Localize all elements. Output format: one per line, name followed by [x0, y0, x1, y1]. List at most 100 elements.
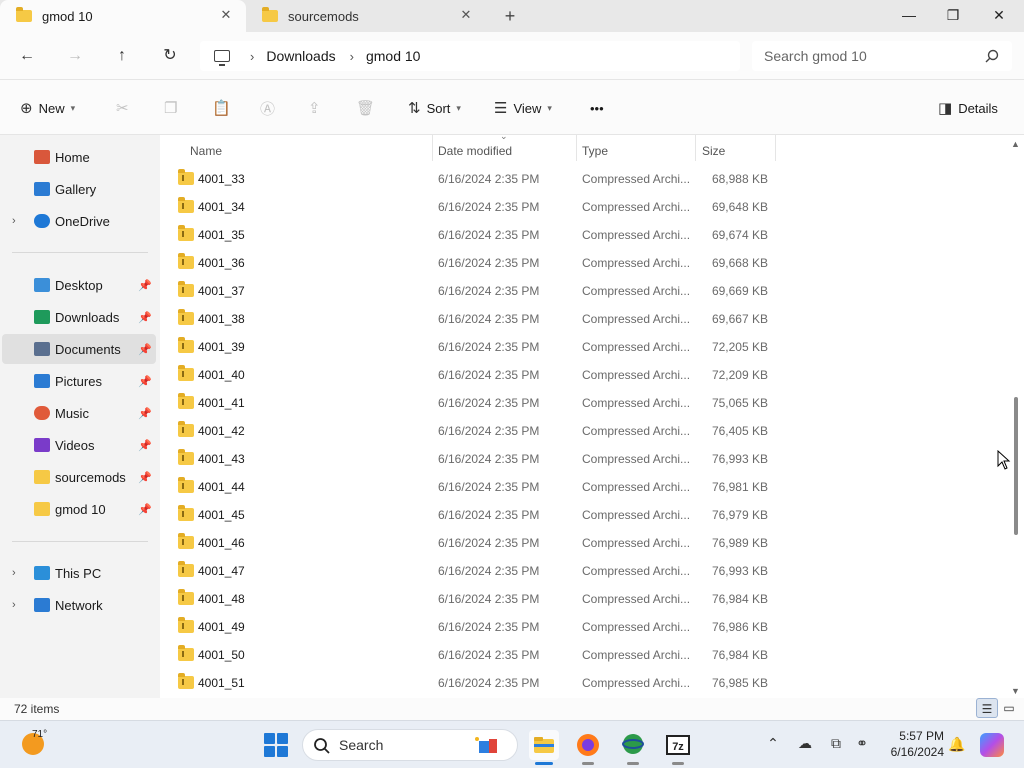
pin-icon[interactable]: 📌 [138, 279, 152, 292]
chevron-right-icon[interactable]: › [250, 49, 254, 64]
sidebar-item-gmod-10[interactable]: gmod 10 📌 [2, 494, 156, 524]
notification-bell-icon[interactable]: 🔔 [948, 736, 965, 753]
column-header-type[interactable]: Type [582, 139, 694, 163]
cut-button[interactable]: ✂ [116, 98, 135, 118]
sidebar-item-documents[interactable]: Documents 📌 [2, 334, 156, 364]
pin-icon[interactable]: 📌 [138, 503, 152, 516]
refresh-icon[interactable]: ↻ [158, 44, 182, 68]
scroll-up-icon[interactable]: ▲ [1011, 139, 1020, 149]
forward-icon[interactable]: → [63, 44, 87, 68]
view-button[interactable]: ☰ View ▾ [494, 98, 552, 118]
sidebar-item-home[interactable]: Home [2, 142, 156, 172]
minimize-button[interactable]: — [886, 0, 932, 32]
table-row[interactable]: 4001_45 6/16/2024 2:35 PM Compressed Archi… [160, 501, 780, 529]
show-hidden-icons-icon[interactable]: ⌃ [763, 735, 783, 752]
copy-button[interactable]: ❐ [164, 98, 183, 118]
back-icon[interactable]: ← [15, 44, 39, 68]
chevron-right-icon[interactable]: › [12, 567, 16, 579]
search-input[interactable]: Search gmod 10 [752, 41, 1012, 71]
display-icon[interactable]: ⧉ [826, 735, 846, 752]
table-row[interactable]: 4001_51 6/16/2024 2:35 PM Compressed Archi… [160, 669, 780, 697]
close-tab-icon[interactable]: ✕ [218, 7, 234, 23]
7zip-icon[interactable]: 7z [663, 730, 693, 765]
scrollbar-thumb[interactable] [1014, 397, 1018, 535]
pin-icon[interactable]: 📌 [138, 311, 152, 324]
table-row[interactable]: 4001_33 6/16/2024 2:35 PM Compressed Archi… [160, 165, 780, 193]
table-row[interactable]: 4001_48 6/16/2024 2:35 PM Compressed Archi… [160, 585, 780, 613]
up-icon[interactable]: ↑ [110, 44, 134, 68]
scroll-down-icon[interactable]: ▼ [1011, 686, 1020, 696]
column-divider[interactable] [432, 135, 433, 161]
firefox-icon[interactable] [573, 730, 603, 765]
table-row[interactable]: 4001_49 6/16/2024 2:35 PM Compressed Archi… [160, 613, 780, 641]
network-globe-icon[interactable] [618, 730, 648, 765]
tiles-view-icon[interactable]: ▭ [998, 698, 1020, 718]
sidebar-item-network[interactable]: › Network [2, 590, 156, 620]
sidebar-item-gallery[interactable]: Gallery [2, 174, 156, 204]
pin-icon[interactable]: 📌 [138, 375, 152, 388]
table-row[interactable]: 4001_40 6/16/2024 2:35 PM Compressed Archi… [160, 361, 780, 389]
sort-button[interactable]: ⇅ Sort ▾ [408, 98, 461, 118]
tab-gmod-10[interactable]: gmod 10 ✕ [0, 0, 246, 32]
file-explorer-icon[interactable] [529, 730, 559, 765]
sidebar-item-pictures[interactable]: Pictures 📌 [2, 366, 156, 396]
vertical-scrollbar[interactable]: ▲ ▼ [1008, 135, 1024, 698]
sidebar-item-this-pc[interactable]: › This PC [2, 558, 156, 588]
chevron-right-icon[interactable]: › [12, 215, 16, 227]
taskbar-search[interactable]: Search [302, 729, 518, 761]
tab-sourcemods[interactable]: sourcemods ✕ [246, 0, 486, 32]
table-row[interactable]: 4001_38 6/16/2024 2:35 PM Compressed Archi… [160, 305, 780, 333]
share-button[interactable]: ⇪ [308, 98, 327, 118]
more-options-button[interactable]: ••• [590, 98, 604, 118]
close-window-button[interactable]: ✕ [976, 0, 1022, 32]
table-row[interactable]: 4001_35 6/16/2024 2:35 PM Compressed Archi… [160, 221, 780, 249]
start-button[interactable] [264, 733, 288, 757]
clock[interactable]: 5:57 PM 6/16/2024 [878, 728, 944, 760]
delete-button[interactable]: 🗑 [356, 98, 381, 118]
column-divider[interactable] [695, 135, 696, 161]
pin-icon[interactable]: 📌 [138, 343, 152, 356]
cloud-off-icon[interactable]: ☁ [795, 735, 815, 752]
sidebar-item-desktop[interactable]: Desktop 📌 [2, 270, 156, 300]
sidebar-item-videos[interactable]: Videos 📌 [2, 430, 156, 460]
breadcrumb-downloads[interactable]: Downloads [266, 48, 335, 64]
close-tab-icon[interactable]: ✕ [458, 7, 474, 23]
pin-icon[interactable]: 📌 [138, 471, 152, 484]
table-row[interactable]: 4001_43 6/16/2024 2:35 PM Compressed Archi… [160, 445, 780, 473]
table-row[interactable]: 4001_37 6/16/2024 2:35 PM Compressed Archi… [160, 277, 780, 305]
table-row[interactable]: 4001_47 6/16/2024 2:35 PM Compressed Archi… [160, 557, 780, 585]
maximize-button[interactable]: ❐ [930, 0, 976, 32]
column-header-size[interactable]: Size [702, 139, 774, 163]
table-row[interactable]: 4001_39 6/16/2024 2:35 PM Compressed Archi… [160, 333, 780, 361]
home-icon [34, 150, 50, 164]
column-header-name[interactable]: Name [190, 139, 430, 163]
details-button[interactable]: ◨ Details [938, 98, 998, 118]
address-bar[interactable]: › Downloads › gmod 10 [200, 41, 740, 71]
sidebar-item-sourcemods[interactable]: sourcemods 📌 [2, 462, 156, 492]
new-button[interactable]: ⊕ New ▾ [20, 98, 75, 118]
paste-button[interactable]: 📋 [212, 98, 237, 118]
chevron-right-icon[interactable]: › [350, 49, 354, 64]
column-divider[interactable] [576, 135, 577, 161]
breadcrumb-gmod-10[interactable]: gmod 10 [366, 48, 420, 64]
sidebar-item-onedrive[interactable]: › OneDrive [2, 206, 156, 236]
network-status-icon[interactable]: ⚭ [852, 735, 872, 752]
table-row[interactable]: 4001_42 6/16/2024 2:35 PM Compressed Archi… [160, 417, 780, 445]
sidebar-item-downloads[interactable]: Downloads 📌 [2, 302, 156, 332]
table-row[interactable]: 4001_44 6/16/2024 2:35 PM Compressed Archi… [160, 473, 780, 501]
table-row[interactable]: 4001_46 6/16/2024 2:35 PM Compressed Archi… [160, 529, 780, 557]
sidebar-item-music[interactable]: Music 📌 [2, 398, 156, 428]
chevron-right-icon[interactable]: › [12, 599, 16, 611]
new-tab-icon[interactable]: + [500, 6, 520, 26]
table-row[interactable]: 4001_41 6/16/2024 2:35 PM Compressed Archi… [160, 389, 780, 417]
pin-icon[interactable]: 📌 [138, 407, 152, 420]
pin-icon[interactable]: 📌 [138, 439, 152, 452]
details-view-icon[interactable]: ☰ [976, 698, 998, 718]
column-divider[interactable] [775, 135, 776, 161]
table-row[interactable]: 4001_36 6/16/2024 2:35 PM Compressed Archi… [160, 249, 780, 277]
column-header-date[interactable]: Date modified [438, 139, 576, 163]
table-row[interactable]: 4001_50 6/16/2024 2:35 PM Compressed Archi… [160, 641, 780, 669]
copilot-icon[interactable] [980, 733, 1004, 757]
rename-button[interactable]: Ⓐ [260, 98, 281, 118]
table-row[interactable]: 4001_34 6/16/2024 2:35 PM Compressed Archi… [160, 193, 780, 221]
